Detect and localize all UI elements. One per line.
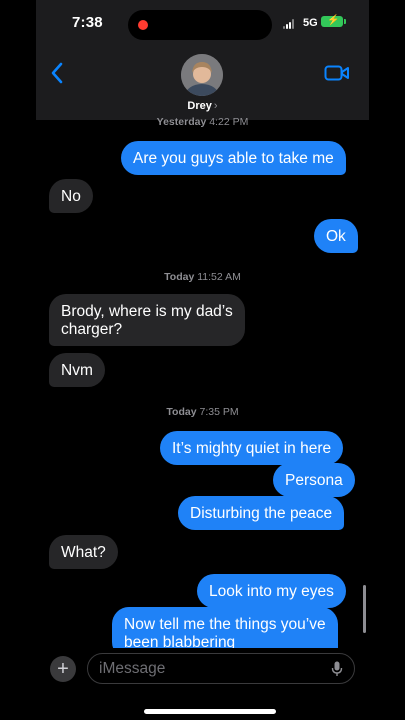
incoming-message[interactable]: Brody, where is my dad’s charger? — [49, 294, 245, 346]
message-input[interactable]: iMessage — [87, 653, 355, 684]
incoming-message[interactable]: No — [49, 179, 93, 213]
timestamp-day: Yesterday — [156, 116, 207, 128]
timestamp: Yesterday 4:22 PM — [36, 116, 369, 128]
message-input-placeholder: iMessage — [99, 660, 166, 677]
status-bar: 7:38 5G ⚡ — [36, 0, 369, 48]
timestamp-time: 4:22 PM — [209, 116, 249, 128]
microphone-icon[interactable] — [331, 661, 343, 677]
video-camera-icon[interactable] — [324, 64, 350, 82]
timestamp-day: Today — [164, 271, 195, 283]
network-type: 5G — [303, 17, 318, 29]
status-time: 7:38 — [72, 14, 103, 31]
contact-name-label: Drey — [187, 100, 212, 112]
timestamp-day: Today — [166, 406, 197, 418]
timestamp-time: 11:52 AM — [197, 271, 241, 283]
contact-name[interactable]: Drey › — [36, 100, 369, 112]
outgoing-message[interactable]: It’s mighty quiet in here — [160, 431, 344, 465]
timestamp-time: 7:35 PM — [199, 406, 239, 418]
outgoing-message[interactable]: Ok — [314, 219, 358, 253]
outgoing-message[interactable]: Disturbing the peace — [178, 496, 345, 530]
contact-chevron-icon: › — [213, 100, 218, 112]
battery-icon: ⚡ — [321, 15, 343, 27]
messages-screen: 7:38 5G ⚡ Drey › Yesterday 4:22 PM Are y… — [36, 0, 369, 720]
home-indicator[interactable] — [144, 709, 276, 714]
incoming-message[interactable]: Nvm — [49, 353, 105, 387]
incoming-message[interactable]: What? — [49, 535, 118, 569]
scrollbar[interactable] — [363, 585, 366, 633]
signal-icon — [283, 19, 297, 29]
recording-indicator — [138, 20, 148, 30]
battery-tip — [344, 19, 346, 24]
timestamp: Today 11:52 AM — [36, 271, 369, 283]
contact-avatar[interactable] — [181, 54, 223, 96]
plus-icon[interactable]: + — [50, 656, 76, 682]
back-chevron-icon[interactable] — [48, 60, 68, 86]
charging-bolt-icon: ⚡ — [327, 15, 340, 26]
avatar-photo — [181, 54, 223, 96]
outgoing-message[interactable]: Look into my eyes — [197, 574, 346, 608]
timestamp: Today 7:35 PM — [36, 406, 369, 418]
outgoing-message[interactable]: Are you guys able to take me — [121, 141, 346, 175]
conversation-header: Drey › — [36, 48, 369, 120]
outgoing-message[interactable]: Persona — [273, 463, 355, 497]
dynamic-island — [128, 10, 272, 40]
